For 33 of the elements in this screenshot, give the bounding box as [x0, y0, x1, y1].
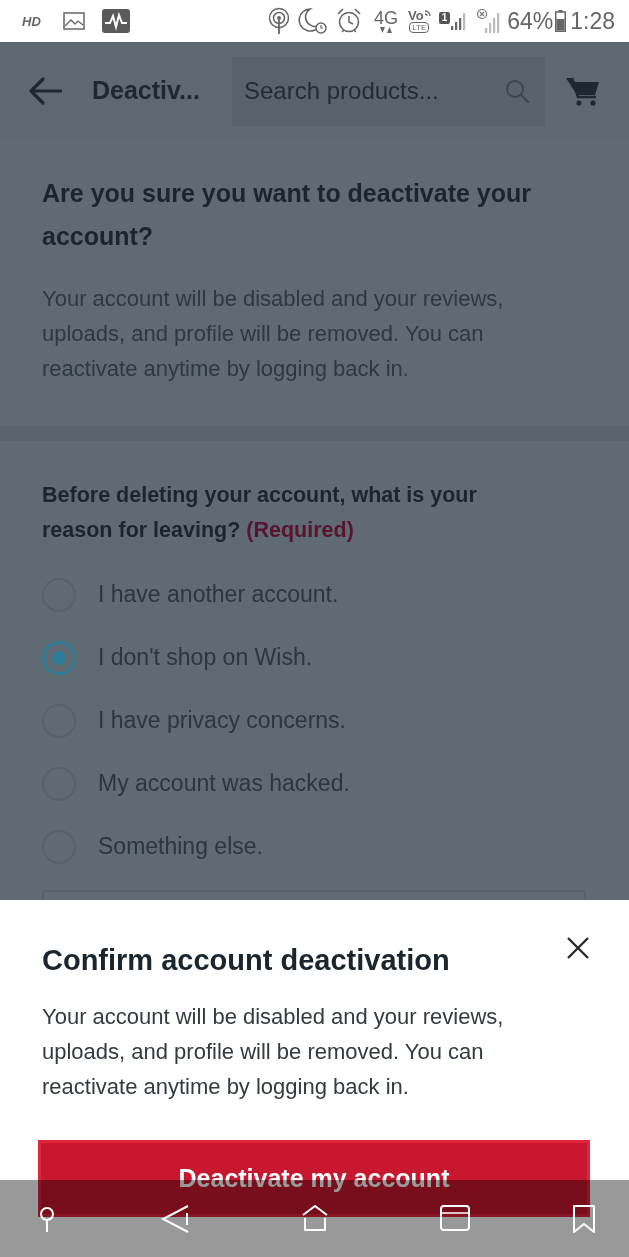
podcast-icon — [267, 7, 290, 35]
back-arrow-icon[interactable] — [28, 77, 62, 105]
clock-time: 1:28 — [570, 9, 615, 33]
search-icon[interactable] — [505, 78, 529, 103]
volte-label: Vo — [407, 9, 424, 22]
deactivate-button[interactable]: Deactivate my account — [38, 1140, 590, 1217]
signal-icon — [451, 12, 468, 30]
radio-selected-icon[interactable] — [42, 640, 76, 675]
battery-icon — [555, 10, 567, 32]
moon-alarm-icon — [297, 7, 328, 35]
section-heading: Are you sure you want to deactivate your account? — [42, 178, 532, 252]
network-type-label: 4G — [373, 9, 398, 27]
bookmark-icon[interactable] — [573, 1205, 595, 1233]
back-icon[interactable] — [161, 1205, 189, 1233]
pin-icon[interactable] — [37, 1205, 57, 1233]
lte-label: LTE — [409, 22, 430, 33]
activity-icon — [101, 9, 130, 33]
image-icon — [62, 12, 85, 30]
call-waves-icon — [423, 9, 431, 19]
sheet-description: Your account will be disabled and your reviews, uploads, and profile will be removed. You can reactivate anytime by logging back in. — [42, 1003, 505, 1101]
alarm-clock-icon — [336, 8, 361, 34]
reason-question: Before deleting your account, what is your reason for leaving? (Required) — [42, 482, 478, 544]
page-title: Deactiv... — [92, 75, 201, 107]
recents-icon[interactable] — [440, 1205, 470, 1231]
hd-indicator: HD — [22, 14, 41, 28]
close-icon[interactable] — [567, 937, 589, 959]
sheet-title: Confirm account deactivation — [42, 943, 450, 978]
data-arrows-icon — [378, 27, 393, 33]
battery-percent: 64% — [507, 9, 554, 33]
cart-icon[interactable] — [566, 76, 600, 106]
home-icon[interactable] — [301, 1205, 329, 1232]
search-field[interactable]: Search products... — [232, 56, 545, 126]
sim-badge: 1 — [438, 12, 451, 24]
